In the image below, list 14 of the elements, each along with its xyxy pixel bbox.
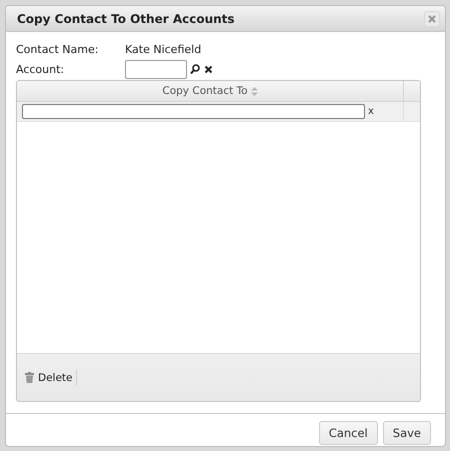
cancel-button[interactable]: Cancel bbox=[318, 421, 378, 445]
field-label: Contact Name: bbox=[16, 42, 100, 56]
field-value: Kate Nicefield bbox=[125, 42, 202, 56]
close-icon[interactable] bbox=[424, 10, 440, 26]
filter-field[interactable] bbox=[22, 104, 365, 119]
clear-filter-button[interactable]: x bbox=[368, 106, 374, 117]
field-label: Account: bbox=[16, 62, 66, 76]
search-icon[interactable] bbox=[190, 64, 200, 74]
account-field[interactable] bbox=[125, 60, 187, 78]
trash-icon bbox=[25, 372, 34, 383]
delete-button[interactable]: Delete bbox=[25, 370, 76, 386]
clear-icon[interactable] bbox=[204, 64, 213, 74]
dialog-title: Copy Contact To Other Accounts bbox=[17, 12, 235, 26]
save-button[interactable]: Save bbox=[382, 421, 431, 445]
